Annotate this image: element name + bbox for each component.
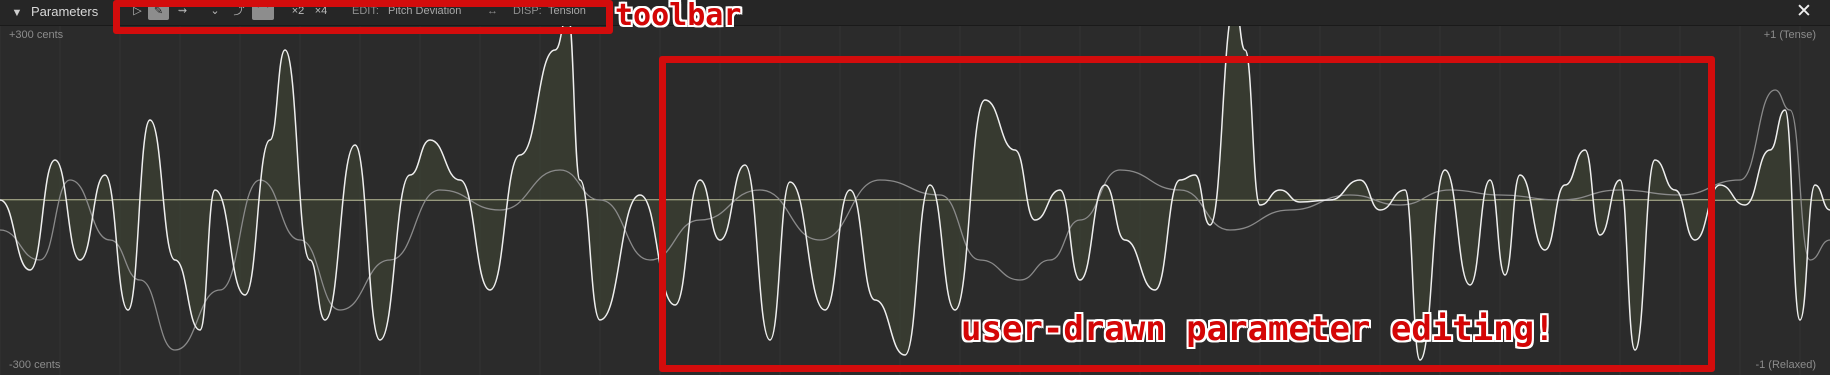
panel-title: Parameters bbox=[31, 4, 99, 19]
editing-annotation-text: user-drawn parameter editing! bbox=[961, 309, 1555, 349]
chevron-down-icon[interactable]: ▼ bbox=[9, 5, 25, 21]
close-icon[interactable]: ✕ bbox=[1794, 1, 1814, 23]
y-axis-bottom-label: -300 cents bbox=[9, 359, 61, 371]
y-axis-top-label: +300 cents bbox=[9, 29, 64, 41]
right-axis-bottom-label: -1 (Relaxed) bbox=[1755, 359, 1816, 371]
toolbar-annotation-box bbox=[113, 0, 613, 34]
toolbar-annotation-text: toolbar bbox=[615, 0, 742, 33]
parameters-panel: ▼ Parameters ▷ ✎ ⇝ ⌄ ⤴ ⌒ ×2 ×4 EDIT: Pit… bbox=[0, 0, 1830, 375]
right-axis-top-label: +1 (Tense) bbox=[1763, 29, 1816, 41]
